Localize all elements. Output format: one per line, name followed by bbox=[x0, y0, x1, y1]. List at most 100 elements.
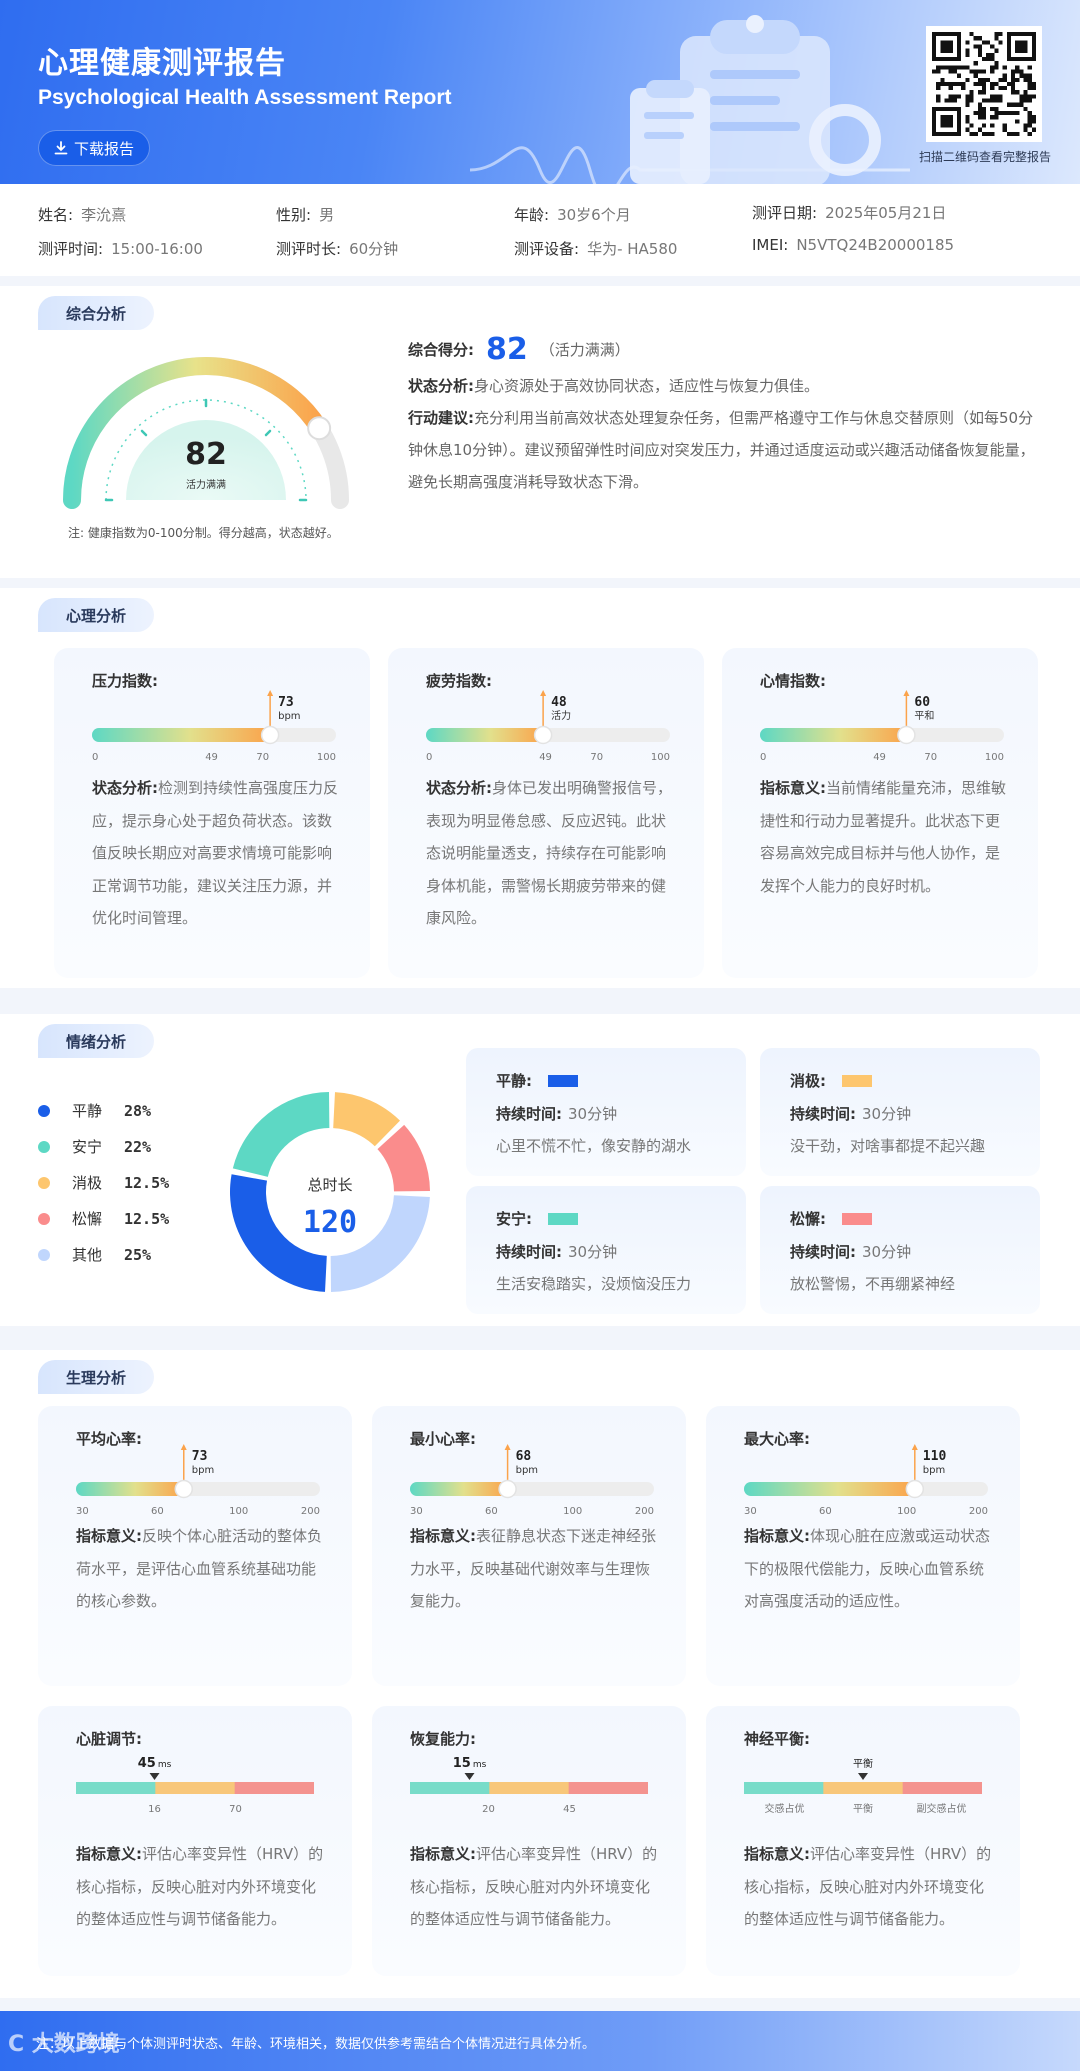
hrv-tick-label: 副交感占优 bbox=[917, 1802, 967, 1815]
emo-card-calm: 平静: 持续时间: 30分钟 心里不慌不忙，像安静的湖水 bbox=[466, 1048, 746, 1176]
tick-label: 49 bbox=[539, 752, 552, 763]
tick-label: 100 bbox=[563, 1506, 582, 1517]
hrv-marker bbox=[464, 1773, 475, 1780]
donut-slice bbox=[232, 1092, 330, 1177]
download-report-button[interactable]: 下载报告 bbox=[38, 130, 150, 166]
emo-card-slack: 松懈: 持续时间: 30分钟 放松警惕，不再绷紧神经 bbox=[760, 1186, 1040, 1314]
min-hr-bar: 68bpm 30 60 100 200 bbox=[410, 1444, 654, 1517]
mood-card: 心情指数: 60 平和 0 49 70 100 指标意义:当前情绪能量充沛，思维敏捷性和行… bbox=[722, 648, 1038, 978]
psych-section: 心理分析 压力指数: 73 bpm 0 49 70 100 状态分析:检测到持续性高强度压… bbox=[0, 588, 1080, 988]
emo-card-negative: 消极: 持续时间: 30分钟 没干劲，对啥事都提不起兴趣 bbox=[760, 1048, 1040, 1176]
overall-score: 82 bbox=[486, 332, 528, 367]
clipboard-illustration bbox=[470, 15, 910, 184]
tick-label: 100 bbox=[229, 1506, 248, 1517]
hrv-tick-label: 平衡 bbox=[853, 1803, 873, 1815]
value-marker-arrow bbox=[903, 690, 910, 696]
value-label: 60 bbox=[914, 695, 930, 710]
legend-dot-icon bbox=[38, 1104, 50, 1117]
value-marker-arrow bbox=[504, 1444, 511, 1450]
value-unit: bpm bbox=[278, 711, 300, 722]
value-label: 73 bbox=[278, 695, 294, 710]
hrv-value: 45 ms bbox=[138, 1756, 172, 1771]
tick-label: 0 bbox=[92, 752, 98, 763]
value-label: 110 bbox=[923, 1449, 947, 1464]
overall-section: 综合分析 82 活力满满 注: 健康指数为0-100分制。得分越高，状态越好。 … bbox=[0, 286, 1080, 578]
hrv-segment bbox=[568, 1782, 648, 1794]
info-duration: 测评时长: 60分钟 bbox=[276, 240, 399, 258]
tick-label: 30 bbox=[76, 1506, 89, 1517]
hrv-tick-label: 16 bbox=[148, 1804, 161, 1815]
slider-fill bbox=[426, 728, 544, 742]
fatigue-bar: 48活力 0 49 70 100 bbox=[426, 690, 670, 763]
min-hr-card: 最小心率: 68 bpm 30 60 100 200 指标意义:表征静息状态下迷走神经张力… bbox=[372, 1406, 686, 1686]
gauge-note: 注: 健康指数为0-100分制。得分越高，状态越好。 bbox=[68, 526, 339, 540]
value-label: 68 bbox=[516, 1449, 532, 1464]
value-unit: bpm bbox=[192, 1465, 214, 1476]
tick-label: 70 bbox=[924, 752, 937, 763]
download-report-label: 下载报告 bbox=[73, 139, 134, 158]
slider-knob bbox=[533, 725, 553, 745]
value-marker-arrow bbox=[180, 1444, 187, 1450]
tick-label: 200 bbox=[301, 1506, 320, 1517]
gauge-score-label: 活力满满 bbox=[186, 478, 226, 491]
hrv-segment bbox=[155, 1782, 236, 1794]
tick-label: 0 bbox=[426, 752, 432, 763]
value-unit: bpm bbox=[516, 1465, 538, 1476]
value-marker-arrow bbox=[540, 690, 547, 696]
slider-knob bbox=[260, 725, 280, 745]
heart-regulation-card: 心脏调节: 45 ms 16 70 指标意义:评估心率变异性（HRV）的核心指标，反映… bbox=[38, 1706, 352, 1976]
max-hr-bar: 110bpm 30 60 100 200 bbox=[744, 1444, 988, 1517]
nerve-balance-bar: 平衡交感占优 平衡 副交感占优 bbox=[744, 1758, 982, 1815]
hrv-segment bbox=[234, 1782, 314, 1794]
download-icon bbox=[54, 141, 68, 155]
info-device: 测评设备: 华为- HA580 bbox=[514, 240, 678, 258]
value-marker-arrow bbox=[911, 1444, 918, 1450]
hrv-tick-label: 45 bbox=[563, 1804, 576, 1815]
hrv-marker bbox=[149, 1773, 160, 1780]
value-unit: 平和 bbox=[914, 710, 934, 722]
fatigue-card: 疲劳指数: 48 活力 0 49 70 100 状态分析:身体已发出明确警报信号，表现为明… bbox=[388, 648, 704, 978]
emotion-legend-item: 其他 25% bbox=[38, 1244, 151, 1265]
footer: 注：以上数据与个体测评时状态、年龄、环境相关，数据仅供参考需结合个体情况进行具体… bbox=[0, 2011, 1080, 2071]
patient-info: 姓名: 李沇熹 性别: 男 年龄: 30岁6个月 测评日期: 2025年05月21日 测… bbox=[0, 184, 1080, 276]
report-title: 心理健康测评报告 bbox=[38, 46, 286, 81]
emotion-legend-item: 安宁 22% bbox=[38, 1136, 151, 1157]
overall-tab: 综合分析 bbox=[38, 296, 154, 330]
hrv-segment bbox=[744, 1782, 825, 1794]
info-date: 测评日期: 2025年05月21日 bbox=[752, 204, 947, 222]
mood-bar: 60平和 0 49 70 100 bbox=[760, 690, 1004, 763]
legend-dot-icon bbox=[38, 1140, 50, 1153]
tick-label: 200 bbox=[635, 1506, 654, 1517]
overall-text: 综合得分: 82 （活力满满） 状态分析:身心资源处于高效协同状态，适应性与恢复力俱… bbox=[408, 332, 1035, 492]
avg-hr-card: 平均心率: 73 bpm 30 60 100 200 指标意义:反映个体心脏活动的整体负荷… bbox=[38, 1406, 352, 1686]
emotion-section: 情绪分析 平静 28% 安宁 22% 消极 12.5% 松懈 12.5% 其他 25% 120 总… bbox=[0, 1014, 1080, 1326]
info-age: 年龄: 30岁6个月 bbox=[514, 206, 631, 224]
nerve-balance-card: 神经平衡: 平衡 交感占优 平衡 副交感占优 指标意义:评估心率变异性（HRV）的核心… bbox=[706, 1706, 1020, 1976]
stress-card: 压力指数: 73 bpm 0 49 70 100 状态分析:检测到持续性高强度压力反应，提… bbox=[54, 648, 370, 978]
heart-regulation-bar: 45 ms 16 70 bbox=[76, 1756, 314, 1815]
avg-hr-bar: 73bpm 30 60 100 200 bbox=[76, 1444, 320, 1517]
tick-label: 70 bbox=[590, 752, 603, 763]
tick-label: 49 bbox=[873, 752, 886, 763]
qr-code[interactable] bbox=[926, 26, 1042, 142]
tick-label: 60 bbox=[151, 1506, 164, 1517]
emotion-legend-item: 消极 12.5% bbox=[38, 1172, 169, 1193]
tick-label: 100 bbox=[317, 752, 336, 763]
info-time: 测评时间: 15:00-16:00 bbox=[38, 240, 203, 258]
hrv-segment bbox=[410, 1782, 491, 1794]
slider-fill bbox=[760, 728, 907, 742]
hrv-segment bbox=[489, 1782, 570, 1794]
slider-fill bbox=[92, 728, 271, 742]
info-imei: IMEI: N5VTQ24B20000185 bbox=[752, 236, 955, 254]
slider-knob bbox=[905, 1479, 925, 1499]
max-hr-card: 最大心率: 110 bpm 30 60 100 200 指标意义:体现心脏在应激或运动状态… bbox=[706, 1406, 1020, 1686]
stress-bar: 73bpm 0 49 70 100 bbox=[92, 690, 336, 763]
hrv-tick-label: 20 bbox=[482, 1804, 495, 1815]
overall-action: 充分利用当前高效状态处理复杂任务，但需严格遵守工作与休息交替原则（如每50分钟休… bbox=[408, 409, 1035, 491]
recovery-bar: 15 ms 20 45 bbox=[410, 1756, 648, 1815]
donut-total-value: 120 bbox=[303, 1205, 357, 1240]
overall-gauge: 82 活力满满 bbox=[63, 357, 349, 509]
qr-tip: 扫描二维码查看完整报告 bbox=[918, 150, 1051, 164]
slider-fill bbox=[76, 1482, 184, 1496]
donut-total-label: 总时长 bbox=[307, 1176, 352, 1194]
